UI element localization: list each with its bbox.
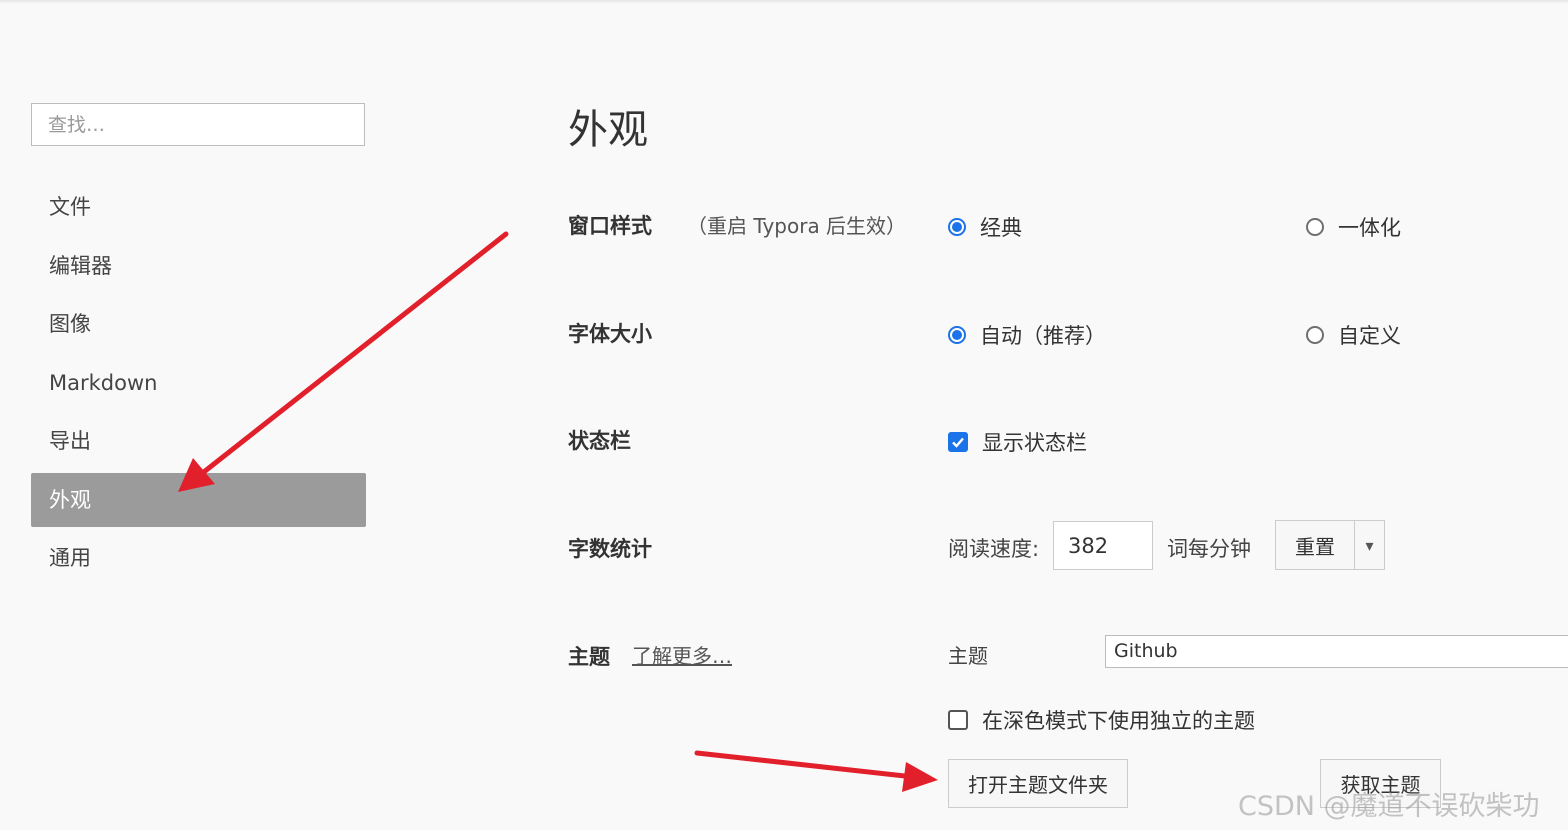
arrow-to-open-folder-icon [694, 750, 938, 792]
watermark: CSDN @魔道不误砍柴功 [1238, 791, 1540, 822]
annotation-arrows [178, 231, 938, 792]
arrow-to-appearance-icon [178, 231, 509, 492]
